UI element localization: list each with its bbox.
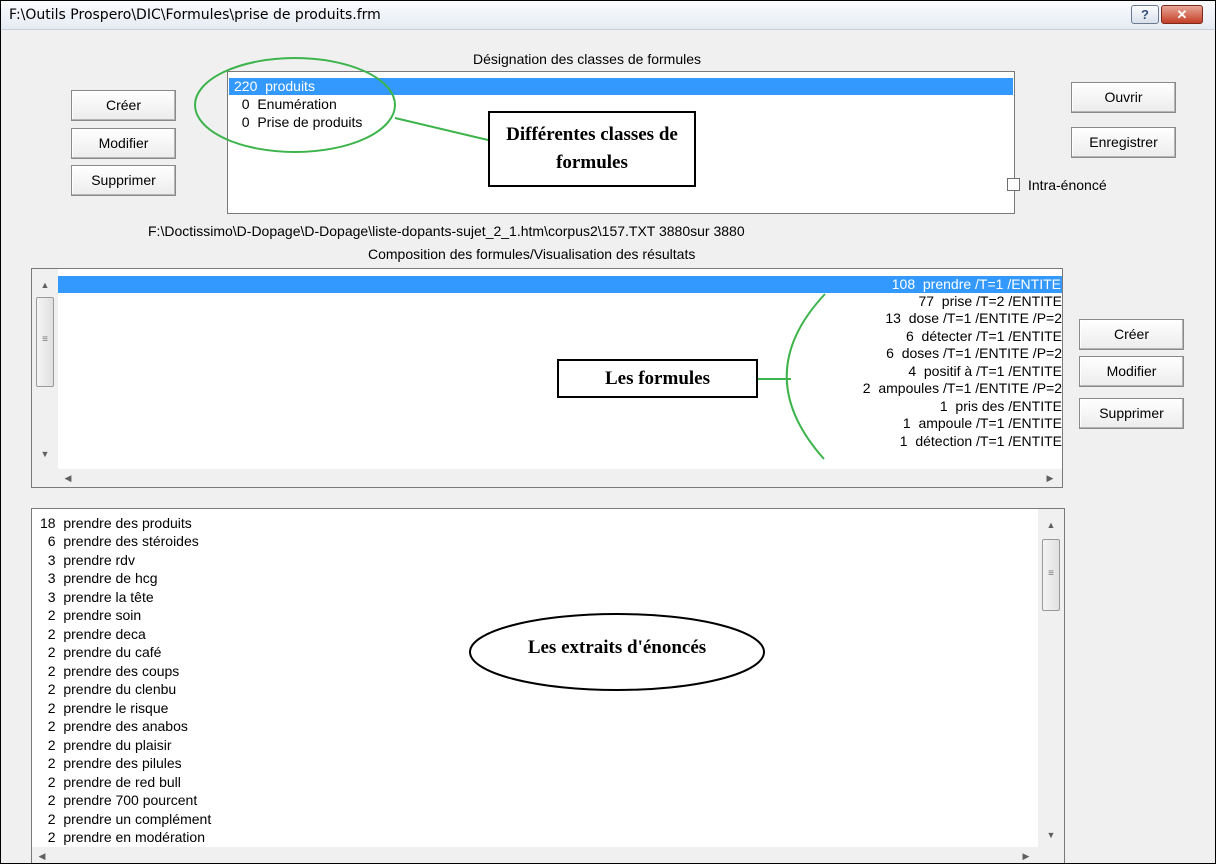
classes-callout: Différentes classes de formules xyxy=(488,111,696,187)
classes-connector-line xyxy=(394,117,489,141)
classes-highlight-circle xyxy=(194,57,396,153)
extracts-callout-label: Les extraits d'énoncés xyxy=(527,637,707,658)
formulas-bracket-arc xyxy=(785,293,826,460)
app-window: F:\Outils Prospero\DIC\Formules\prise de… xyxy=(0,0,1216,864)
formulas-callout: Les formules xyxy=(557,359,758,398)
